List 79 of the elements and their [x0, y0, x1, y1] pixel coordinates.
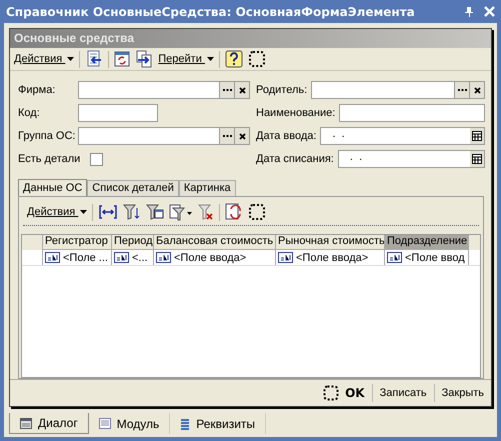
text-field-icon — [114, 252, 129, 264]
form-title: Основные средства — [14, 31, 134, 46]
table-cell: <Поле ввод — [385, 250, 469, 266]
date-field[interactable]: . . — [320, 127, 485, 146]
dialog-icon — [20, 418, 32, 428]
checkbox[interactable] — [90, 152, 104, 166]
pin-icon[interactable] — [464, 6, 474, 18]
calendar-icon — [472, 154, 482, 164]
document-arrow-icon[interactable] — [85, 50, 104, 68]
table-cell: <Поле ввода> — [154, 250, 276, 266]
filter-list-icon[interactable] — [169, 203, 194, 222]
text-field-icon — [387, 252, 402, 264]
calendar-icon — [472, 131, 482, 142]
help-icon[interactable] — [224, 50, 243, 68]
attributes-icon — [180, 418, 190, 430]
refresh-icon[interactable] — [225, 203, 244, 222]
select-button[interactable] — [454, 82, 469, 98]
bottom-tab[interactable]: Диалог — [9, 413, 89, 434]
caret-icon — [206, 57, 214, 62]
caret-icon — [80, 210, 88, 214]
filter-window-icon[interactable] — [146, 203, 164, 222]
actions-menu[interactable]: Действия — [27, 206, 88, 218]
actions-menu[interactable]: Действия — [14, 53, 74, 66]
table-cell: <Поле ввода> — [276, 250, 385, 266]
ellipsis-icon — [222, 88, 232, 92]
goto-menu[interactable]: Перейти — [158, 53, 214, 66]
select-button[interactable] — [219, 128, 234, 144]
clear-icon — [238, 86, 246, 94]
clear-button[interactable] — [234, 82, 249, 98]
input-field[interactable] — [339, 104, 485, 122]
column-header[interactable]: Период — [112, 235, 154, 250]
column-header[interactable]: Балансовая стоимость — [154, 235, 276, 250]
input-field[interactable] — [78, 81, 250, 100]
column-header[interactable]: Подразделение — [385, 235, 469, 250]
dotted-frame-icon[interactable] — [248, 203, 266, 222]
bottom-tab[interactable]: Реквизиты — [170, 413, 266, 434]
clear-filter-icon[interactable] — [198, 203, 214, 222]
date-field[interactable]: . . — [338, 150, 485, 168]
ellipsis-icon — [458, 88, 466, 92]
field-label: Дата списания: — [256, 153, 334, 166]
tab[interactable]: Список деталей — [87, 180, 179, 196]
field-label: Есть детали — [18, 153, 80, 166]
field-label: Фирма: — [18, 84, 56, 96]
module-icon — [98, 418, 111, 429]
select-button[interactable] — [219, 82, 234, 98]
column-header[interactable]: Регистратор — [43, 235, 112, 250]
dotted-frame-icon — [323, 385, 340, 402]
field-label: Наименование: — [256, 107, 336, 120]
documents-arrow-icon[interactable] — [135, 50, 154, 68]
footer-button[interactable]: Записать — [376, 385, 430, 402]
caret-icon — [67, 57, 74, 62]
field-label: Дата ввода: — [256, 130, 316, 142]
field-label: Код: — [18, 107, 41, 120]
close-icon[interactable] — [484, 6, 495, 17]
filter-sort-icon[interactable] — [123, 203, 142, 222]
field-label: Группа ОС: — [18, 130, 74, 142]
ellipsis-icon — [222, 134, 232, 138]
table-cell: <Поле ... — [43, 250, 112, 266]
clear-icon — [474, 86, 480, 94]
footer-button[interactable]: OK — [320, 383, 368, 404]
window-title: Справочник ОсновныеСредства: ОсновнаяФормаЭлемента — [6, 4, 416, 18]
clear-button[interactable] — [234, 128, 249, 144]
clear-button[interactable] — [469, 82, 484, 98]
input-field[interactable] — [78, 104, 158, 122]
table-cell: <... — [112, 250, 154, 266]
refresh-window-icon[interactable] — [114, 51, 130, 68]
dotted-frame-icon[interactable] — [248, 50, 266, 68]
footer-button[interactable]: Закрыть — [438, 385, 487, 402]
field-label: Родитель: — [256, 84, 308, 96]
tab[interactable]: Данные ОС — [18, 179, 88, 196]
input-field[interactable] — [311, 81, 485, 100]
input-field[interactable] — [78, 127, 250, 146]
text-field-icon — [278, 252, 293, 264]
text-field-icon — [156, 252, 171, 264]
text-field-icon — [45, 252, 60, 264]
bottom-tab[interactable]: Модуль — [88, 413, 170, 434]
tab[interactable]: Картинка — [178, 180, 236, 196]
clear-icon — [238, 132, 246, 140]
expand-icon[interactable] — [98, 204, 118, 220]
